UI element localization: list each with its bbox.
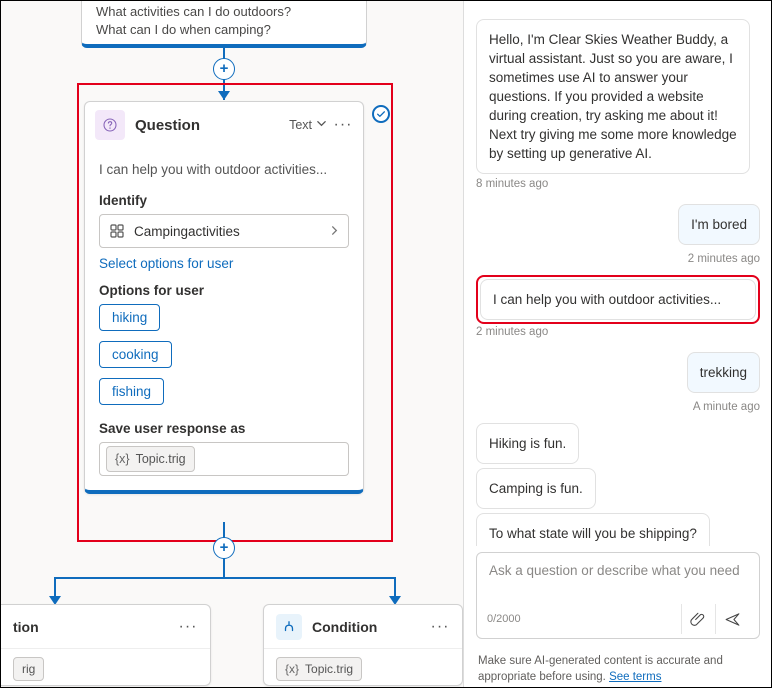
- ai-disclaimer: Make sure AI-generated content is accura…: [464, 645, 772, 687]
- variable-name: Topic.trig: [136, 452, 186, 466]
- options-label: Options for user: [99, 283, 349, 298]
- node-title: tion: [13, 619, 178, 635]
- option-chip-cooking[interactable]: cooking: [99, 341, 172, 368]
- paperclip-icon: [690, 611, 707, 628]
- variable-icon: {x}: [285, 662, 299, 676]
- node-title: Condition: [312, 619, 430, 635]
- arrow-down-icon: [218, 91, 230, 100]
- send-icon: [724, 611, 741, 628]
- node-more-menu[interactable]: ···: [178, 618, 198, 636]
- select-options-link[interactable]: Select options for user: [99, 256, 233, 271]
- trigger-phrases-card[interactable]: What activities can I do outdoors? What …: [81, 1, 367, 48]
- chat-transcript[interactable]: Hello, I'm Clear Skies Weather Buddy, a …: [464, 1, 772, 546]
- bot-message[interactable]: I can help you with outdoor activities..…: [480, 279, 756, 320]
- char-counter: 0/2000: [487, 613, 681, 625]
- node-title: Question: [135, 117, 289, 134]
- timestamp: 8 minutes ago: [476, 178, 760, 190]
- trigger-phrase: What can I do when camping?: [96, 21, 352, 39]
- save-as-label: Save user response as: [99, 421, 349, 436]
- variable-chip[interactable]: {x} Topic.trig: [106, 446, 195, 472]
- condition-node[interactable]: tion ··· rig: [1, 604, 211, 686]
- add-node-button[interactable]: +: [213, 58, 235, 80]
- chevron-down-icon: [316, 118, 327, 132]
- attach-button[interactable]: [681, 604, 715, 634]
- node-more-menu[interactable]: ···: [333, 116, 353, 134]
- variable-icon: {x}: [115, 452, 130, 466]
- response-type-dropdown[interactable]: Text: [289, 118, 327, 132]
- node-more-menu[interactable]: ···: [430, 618, 450, 636]
- user-message: trekking: [687, 352, 760, 393]
- connector-branch: [54, 577, 394, 579]
- bot-message: Hiking is fun.: [476, 423, 579, 464]
- save-variable-field[interactable]: {x} Topic.trig: [99, 442, 349, 476]
- chevron-right-icon: [329, 224, 340, 239]
- bot-message: To what state will you be shipping?: [476, 513, 710, 546]
- entity-icon: [108, 224, 126, 238]
- identify-entity-name: Campingactivities: [134, 224, 240, 239]
- send-button[interactable]: [715, 604, 749, 634]
- variable-chip[interactable]: {x} Topic.trig: [276, 657, 362, 681]
- option-chip-hiking[interactable]: hiking: [99, 304, 160, 331]
- variable-chip[interactable]: rig: [13, 657, 44, 681]
- trigger-phrase: What activities can I do outdoors?: [96, 3, 352, 21]
- branch-icon: [276, 614, 302, 640]
- question-icon: [95, 110, 125, 140]
- authoring-canvas[interactable]: What activities can I do outdoors? What …: [1, 1, 463, 687]
- condition-node[interactable]: Condition ··· {x} Topic.trig: [263, 604, 463, 686]
- traced-message-highlight: I can help you with outdoor activities..…: [476, 275, 760, 324]
- variable-name: rig: [22, 662, 35, 676]
- bot-message: Camping is fun.: [476, 468, 596, 509]
- timestamp: 2 minutes ago: [476, 326, 760, 338]
- test-chat-panel: Hello, I'm Clear Skies Weather Buddy, a …: [464, 1, 772, 687]
- question-node[interactable]: Question Text ··· I can help you with ou…: [84, 101, 364, 494]
- node-valid-check-icon: [372, 105, 390, 123]
- chat-input[interactable]: [487, 561, 749, 599]
- timestamp: 2 minutes ago: [476, 253, 760, 265]
- identify-label: Identify: [99, 193, 349, 208]
- response-type-label: Text: [289, 118, 312, 132]
- question-message[interactable]: I can help you with outdoor activities..…: [99, 162, 349, 177]
- see-terms-link[interactable]: See terms: [609, 671, 661, 683]
- timestamp: A minute ago: [476, 401, 760, 413]
- add-node-button[interactable]: +: [213, 537, 235, 559]
- option-chip-fishing[interactable]: fishing: [99, 378, 164, 405]
- variable-name: Topic.trig: [305, 662, 353, 676]
- chat-composer[interactable]: 0/2000: [476, 552, 760, 639]
- user-message: I'm bored: [678, 204, 760, 245]
- bot-message: Hello, I'm Clear Skies Weather Buddy, a …: [476, 19, 750, 174]
- identify-entity-picker[interactable]: Campingactivities: [99, 214, 349, 248]
